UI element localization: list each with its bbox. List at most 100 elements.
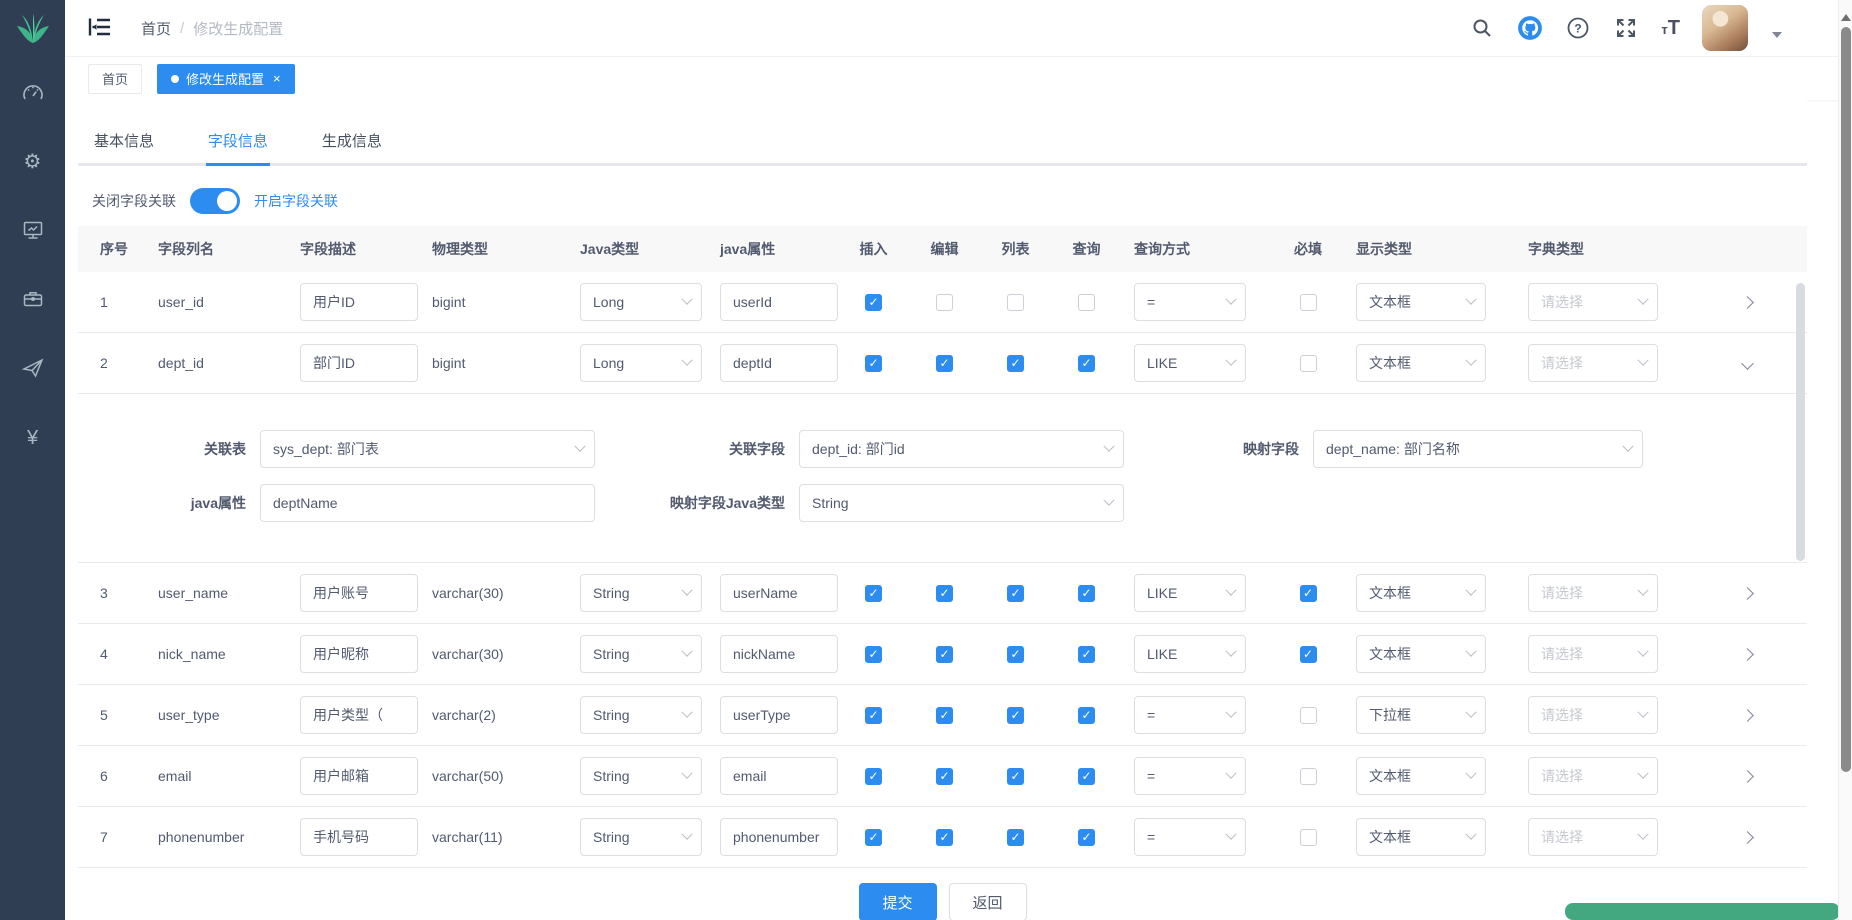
- column-desc-input[interactable]: [300, 344, 418, 382]
- required-checkbox[interactable]: [1300, 707, 1317, 724]
- column-desc-input[interactable]: [300, 574, 418, 612]
- sidebar-item-pay[interactable]: ¥: [11, 417, 55, 459]
- java-type-select[interactable]: String: [580, 818, 702, 856]
- java-attr-input[interactable]: [260, 484, 595, 522]
- expand-row-icon[interactable]: [1741, 587, 1754, 600]
- github-icon[interactable]: [1517, 15, 1543, 41]
- insert-checkbox[interactable]: [865, 768, 882, 785]
- dict-type-select[interactable]: 请选择: [1528, 696, 1658, 734]
- java-field-input[interactable]: [720, 574, 838, 612]
- edit-checkbox[interactable]: [936, 355, 953, 372]
- display-type-select[interactable]: 文本框: [1356, 757, 1486, 795]
- dict-type-select[interactable]: 请选择: [1528, 574, 1658, 612]
- edit-checkbox[interactable]: [936, 294, 953, 311]
- required-checkbox[interactable]: [1300, 294, 1317, 311]
- query-checkbox[interactable]: [1078, 294, 1095, 311]
- query-checkbox[interactable]: [1078, 355, 1095, 372]
- column-desc-input[interactable]: [300, 283, 418, 321]
- display-type-select[interactable]: 文本框: [1356, 283, 1486, 321]
- display-type-select[interactable]: 文本框: [1356, 574, 1486, 612]
- list-checkbox[interactable]: [1007, 646, 1024, 663]
- sidebar-item-tool[interactable]: [11, 279, 55, 321]
- column-desc-input[interactable]: [300, 757, 418, 795]
- java-field-input[interactable]: [720, 283, 838, 321]
- edit-checkbox[interactable]: [936, 829, 953, 846]
- page-scrollbar-thumb[interactable]: [1841, 27, 1851, 772]
- tab-generate-info[interactable]: 生成信息: [320, 124, 384, 163]
- insert-checkbox[interactable]: [865, 585, 882, 602]
- app-logo[interactable]: [0, 0, 65, 58]
- query-checkbox[interactable]: [1078, 829, 1095, 846]
- tag-home[interactable]: 首页: [88, 64, 142, 94]
- list-checkbox[interactable]: [1007, 768, 1024, 785]
- insert-checkbox[interactable]: [865, 646, 882, 663]
- java-field-input[interactable]: [720, 696, 838, 734]
- tab-basic-info[interactable]: 基本信息: [92, 124, 156, 163]
- back-button[interactable]: 返回: [949, 883, 1027, 920]
- column-desc-input[interactable]: [300, 696, 418, 734]
- java-field-input[interactable]: [720, 635, 838, 673]
- insert-checkbox[interactable]: [865, 294, 882, 311]
- sidebar-item-monitor[interactable]: [11, 210, 55, 252]
- breadcrumb-home[interactable]: 首页: [141, 18, 171, 39]
- horizontal-scrollbar-thumb[interactable]: [1565, 903, 1840, 920]
- column-desc-input[interactable]: [300, 818, 418, 856]
- dict-type-select[interactable]: 请选择: [1528, 757, 1658, 795]
- edit-checkbox[interactable]: [936, 585, 953, 602]
- required-checkbox[interactable]: [1300, 829, 1317, 846]
- edit-checkbox[interactable]: [936, 646, 953, 663]
- dict-type-select[interactable]: 请选择: [1528, 283, 1658, 321]
- required-checkbox[interactable]: [1300, 585, 1317, 602]
- java-type-select[interactable]: Long: [580, 344, 702, 382]
- expand-row-icon[interactable]: [1741, 296, 1754, 309]
- tag-current-page[interactable]: 修改生成配置 ×: [157, 64, 295, 94]
- collapse-sidebar-button[interactable]: [87, 15, 113, 42]
- fullscreen-icon[interactable]: [1613, 15, 1639, 41]
- display-type-select[interactable]: 文本框: [1356, 344, 1486, 382]
- map-java-type-select[interactable]: String: [799, 484, 1124, 522]
- font-size-icon[interactable]: тT: [1661, 17, 1680, 40]
- list-checkbox[interactable]: [1007, 585, 1024, 602]
- required-checkbox[interactable]: [1300, 768, 1317, 785]
- insert-checkbox[interactable]: [865, 829, 882, 846]
- dict-type-select[interactable]: 请选择: [1528, 344, 1658, 382]
- java-type-select[interactable]: String: [580, 696, 702, 734]
- expand-row-icon[interactable]: [1741, 831, 1754, 844]
- close-tag-icon[interactable]: ×: [273, 71, 281, 86]
- query-type-select[interactable]: =: [1134, 818, 1246, 856]
- caret-down-icon[interactable]: [1772, 32, 1782, 38]
- query-checkbox[interactable]: [1078, 768, 1095, 785]
- tab-field-info[interactable]: 字段信息: [206, 124, 270, 166]
- java-field-input[interactable]: [720, 344, 838, 382]
- query-type-select[interactable]: =: [1134, 757, 1246, 795]
- query-checkbox[interactable]: [1078, 707, 1095, 724]
- java-type-select[interactable]: Long: [580, 283, 702, 321]
- list-checkbox[interactable]: [1007, 829, 1024, 846]
- list-checkbox[interactable]: [1007, 355, 1024, 372]
- table-scrollbar-thumb[interactable]: [1796, 283, 1805, 561]
- expand-row-icon[interactable]: [1741, 648, 1754, 661]
- map-field-select[interactable]: dept_name: 部门名称: [1313, 430, 1643, 468]
- sidebar-item-job[interactable]: [11, 348, 55, 390]
- query-checkbox[interactable]: [1078, 646, 1095, 663]
- sidebar-item-dashboard[interactable]: [11, 72, 55, 114]
- submit-button[interactable]: 提交: [859, 883, 937, 920]
- assoc-table-select[interactable]: sys_dept: 部门表: [260, 430, 595, 468]
- display-type-select[interactable]: 下拉框: [1356, 696, 1486, 734]
- java-field-input[interactable]: [720, 818, 838, 856]
- java-type-select[interactable]: String: [580, 635, 702, 673]
- sidebar-item-system[interactable]: ⚙: [11, 141, 55, 183]
- expand-row-icon[interactable]: [1741, 709, 1754, 722]
- edit-checkbox[interactable]: [936, 768, 953, 785]
- java-field-input[interactable]: [720, 757, 838, 795]
- dict-type-select[interactable]: 请选择: [1528, 635, 1658, 673]
- required-checkbox[interactable]: [1300, 355, 1317, 372]
- query-type-select[interactable]: LIKE: [1134, 574, 1246, 612]
- display-type-select[interactable]: 文本框: [1356, 818, 1486, 856]
- search-icon[interactable]: [1469, 15, 1495, 41]
- query-type-select[interactable]: =: [1134, 283, 1246, 321]
- java-type-select[interactable]: String: [580, 574, 702, 612]
- scrollbar-up-arrow-icon[interactable]: [1841, 14, 1851, 21]
- java-type-select[interactable]: String: [580, 757, 702, 795]
- query-checkbox[interactable]: [1078, 585, 1095, 602]
